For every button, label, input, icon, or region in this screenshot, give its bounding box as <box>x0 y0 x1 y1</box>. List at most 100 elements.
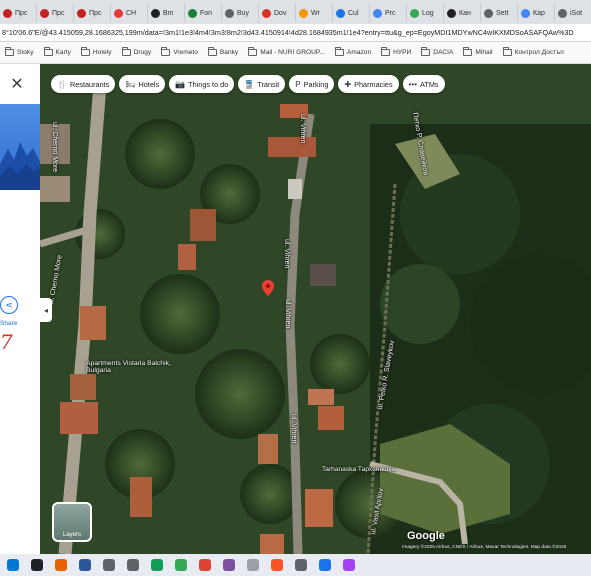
bookmark-item[interactable]: Stoky <box>0 47 39 56</box>
folder-icon <box>421 47 431 56</box>
bookmark-item[interactable]: Mihail <box>458 47 497 56</box>
chip-label: ATMs <box>420 79 439 89</box>
place-photo[interactable] <box>0 104 40 190</box>
tab-favicon-icon <box>558 8 567 18</box>
collapse-panel-button[interactable]: ◂ <box>40 298 52 322</box>
taskbar-button[interactable] <box>122 556 143 574</box>
browser-tab[interactable]: Log <box>407 3 444 23</box>
tab-label: Dov <box>274 9 287 17</box>
chrome-icon <box>198 559 211 571</box>
bookmark-item[interactable]: Контрол Достъп <box>498 47 569 56</box>
layers-button[interactable]: Layers <box>52 502 92 542</box>
bookmark-item[interactable]: Banky <box>203 47 243 56</box>
close-panel-button[interactable]: ✕ <box>6 73 28 95</box>
taskbar-button[interactable] <box>26 556 47 574</box>
taskbar-button[interactable] <box>194 556 215 574</box>
browser-tab[interactable]: Кан <box>444 3 481 23</box>
tab-favicon-icon <box>336 8 345 18</box>
browser-tab[interactable]: Прс <box>0 3 37 23</box>
browser-tab[interactable]: Прс <box>74 3 111 23</box>
browser-tab[interactable]: Прс <box>37 3 74 23</box>
category-chip-restaurants[interactable]: 🍴 Restaurants <box>51 75 116 93</box>
browser-tab[interactable]: Prc <box>370 3 407 23</box>
browser-tab[interactable]: Fon <box>185 3 222 23</box>
browser-tab[interactable]: Dov <box>259 3 296 23</box>
bookmark-item[interactable]: Drugy <box>117 47 157 56</box>
taskbar-button[interactable] <box>2 556 23 574</box>
bookmark-label: Drugy <box>133 49 152 56</box>
category-chip-things-to-do[interactable]: 📷 Things to do <box>169 75 235 93</box>
files-icon <box>126 559 139 571</box>
share-label: Share <box>0 320 18 327</box>
browser-tab[interactable]: Sett <box>481 3 518 23</box>
tab-label: CH <box>126 9 137 17</box>
bookmark-item[interactable]: Vremeto <box>156 47 203 56</box>
satellite-map[interactable]: 🍴 Restaurants 🛏 Hotels 📷 Things to do 🚆 Transit… <box>40 64 591 554</box>
satellite-imagery <box>40 64 591 554</box>
bookmark-item[interactable]: Mail - NURI GROUP... <box>243 47 330 56</box>
taskbar-button[interactable] <box>50 556 71 574</box>
browser-tab[interactable]: CH <box>111 3 148 23</box>
place-label-tarhanashka[interactable]: Tarhanaska Тарханашка <box>322 466 395 473</box>
browser-tab[interactable]: Buy <box>222 3 259 23</box>
mail-icon <box>318 559 331 571</box>
tab-label: Кан <box>459 9 471 17</box>
tab-label: Прс <box>15 9 28 17</box>
browser-tab[interactable]: Cul <box>333 3 370 23</box>
firefox-icon <box>54 559 67 571</box>
category-chip-transit[interactable]: 🚆 Transit <box>238 75 286 93</box>
browser-tab[interactable]: Bm <box>148 3 185 23</box>
browser-tab[interactable]: Кар <box>518 3 555 23</box>
tab-label: Log <box>422 9 434 17</box>
bookmark-item[interactable]: Amazon <box>330 47 376 56</box>
taskbar-button[interactable] <box>98 556 119 574</box>
bookmark-item[interactable]: DACIA <box>416 47 458 56</box>
taskbar-button[interactable] <box>242 556 263 574</box>
bookmark-label: Hotely <box>92 49 112 56</box>
tab-label: Fon <box>200 9 213 17</box>
folder-icon <box>161 47 171 56</box>
location-pin-icon[interactable] <box>262 280 274 296</box>
place-photo-graphic <box>0 142 40 190</box>
taskbar-button[interactable] <box>338 556 359 574</box>
place-label-apartments[interactable]: Apartments Vistaria Balchik, Bulgaria <box>86 360 176 374</box>
brave-icon <box>270 559 283 571</box>
share-icon[interactable]: ⋖ <box>0 296 18 314</box>
map-attribution: Imagery ©2025 Airbus, CNES / Airbus, Max… <box>402 545 567 550</box>
address-bar[interactable]: 8°10'06.6"E/@43.415059,28.1686325,199m/d… <box>0 24 591 42</box>
chip-icon: ✚ <box>344 79 352 89</box>
taskbar-button[interactable] <box>146 556 167 574</box>
taskbar-button[interactable] <box>266 556 287 574</box>
street-label-vihren: ul. Vihren <box>284 299 291 329</box>
chip-label: Pharmacies <box>354 79 393 89</box>
category-chip-pharmacies[interactable]: ✚ Pharmacies <box>338 75 399 93</box>
app-icon <box>342 559 355 571</box>
browser-tab[interactable]: iSot <box>555 3 591 23</box>
tab-label: Prc <box>385 9 396 17</box>
tab-label: Прс <box>52 9 65 17</box>
taskbar-button[interactable] <box>170 556 191 574</box>
browser-tab[interactable]: Wr <box>296 3 333 23</box>
bookmark-item[interactable]: НУРИ <box>376 47 416 56</box>
tab-favicon-icon <box>151 8 160 18</box>
tab-label: Кар <box>533 9 545 17</box>
bookmark-label: Контрол Достъп <box>514 49 564 56</box>
taskbar-button[interactable] <box>74 556 95 574</box>
bookmark-label: НУРИ <box>393 49 412 56</box>
word-icon <box>78 559 91 571</box>
tab-label: iSot <box>570 9 583 17</box>
category-chip-atms[interactable]: ••• ATMs <box>402 75 445 93</box>
bookmark-label: Vremeto <box>173 49 198 56</box>
monitor-icon <box>294 559 307 571</box>
bookmark-label: DACIA <box>433 49 454 56</box>
taskbar-button[interactable] <box>314 556 335 574</box>
tab-favicon-icon <box>114 8 123 18</box>
category-chip-hotels[interactable]: 🛏 Hotels <box>119 75 166 93</box>
taskbar-button[interactable] <box>290 556 311 574</box>
category-chip-parking[interactable]: P Parking <box>289 75 335 93</box>
tab-favicon-icon <box>299 8 308 18</box>
bookmark-item[interactable]: Karty <box>39 47 76 56</box>
taskbar-button[interactable] <box>218 556 239 574</box>
bookmark-item[interactable]: Hotely <box>76 47 117 56</box>
tab-favicon-icon <box>373 8 382 18</box>
